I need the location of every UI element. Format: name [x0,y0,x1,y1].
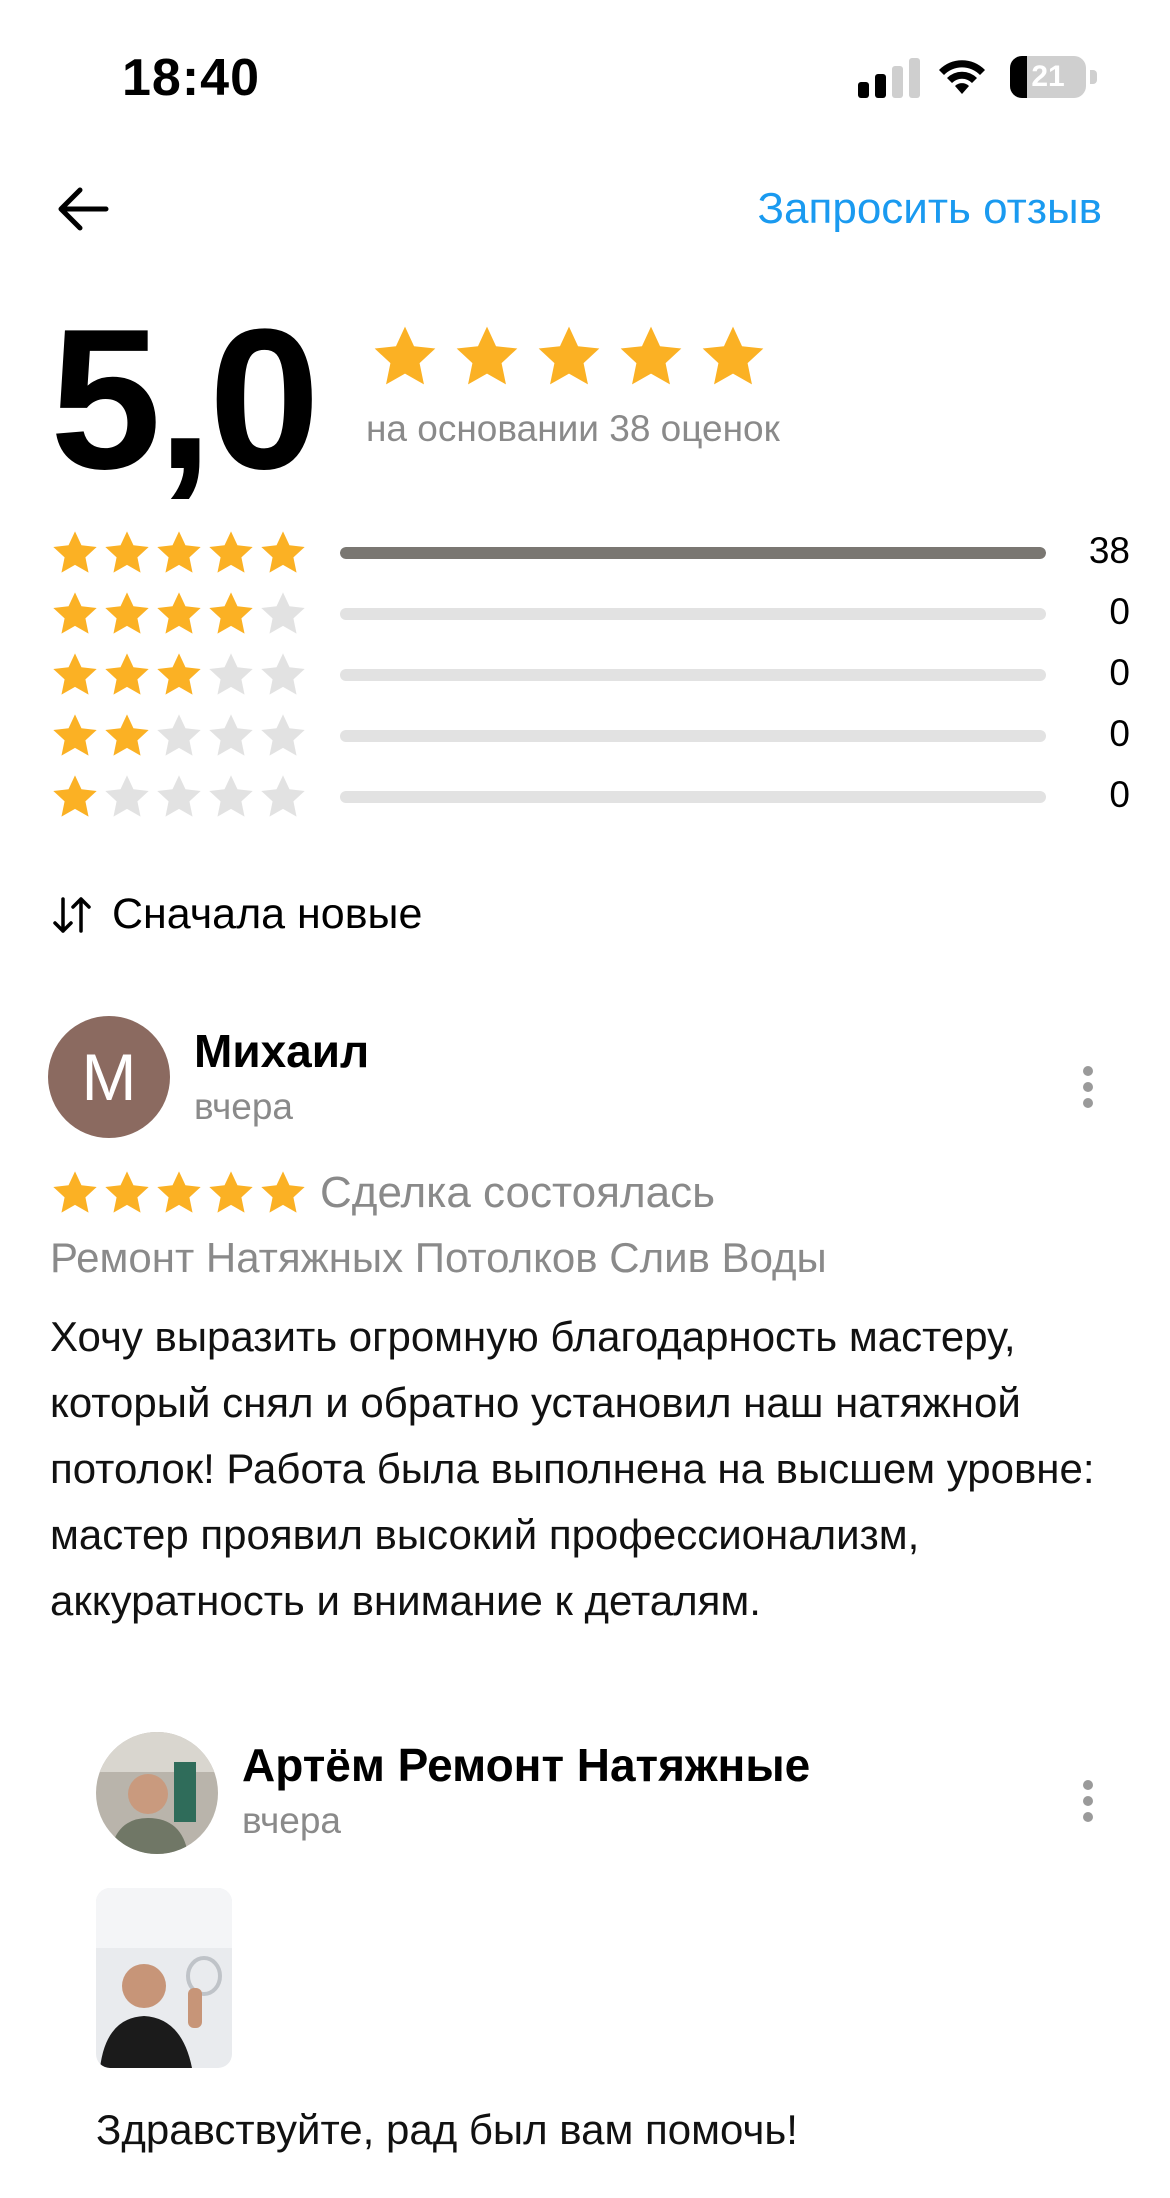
star-filled-icon [209,592,253,634]
star-filled-icon [620,326,682,385]
star-filled-icon [374,326,436,385]
rating-bar-track [340,791,1046,803]
rating-count: 38 [1088,530,1130,571]
reply-date: вчера [242,1800,342,1841]
review-date: вчера [194,1086,294,1127]
rating-row-1: 0 [50,768,1130,829]
rating-row-stars [50,528,308,578]
review-service: Ремонт Натяжных Потолков Слив Воды [50,1234,827,1281]
rating-bar-track [340,608,1046,620]
star-filled-icon [105,653,149,695]
star-filled-icon [157,653,201,695]
rating-count: 0 [1109,774,1130,815]
rating-bar-track [340,730,1046,742]
star-filled-icon [157,592,201,634]
replier-avatar[interactable] [96,1732,218,1854]
back-arrow-icon[interactable] [52,178,114,240]
star-filled-icon [53,775,97,817]
request-review-link[interactable]: Запросить отзыв [757,184,1102,234]
star-empty-icon [157,714,201,756]
reviewer-name[interactable]: Михаил [194,1024,369,1078]
star-filled-icon [105,592,149,634]
rating-row-4: 0 [50,585,1130,646]
star-filled-icon [538,326,600,385]
sort-button[interactable]: Сначала новые [50,890,422,939]
deal-status: Сделка состоялась [320,1168,716,1217]
status-time: 18:40 [122,49,260,107]
star-empty-icon [261,775,305,817]
star-filled-icon [53,1171,97,1213]
reply-photo[interactable] [96,1888,232,2068]
rating-bar-track [340,547,1046,559]
replier-name[interactable]: Артём Ремонт Натяжные [242,1738,810,1792]
review-text: Хочу выразить огромную благодарность мас… [50,1313,1095,1624]
star-filled-icon [53,531,97,573]
rating-bar-fill [340,547,1046,559]
rating-row-stars [50,589,308,639]
star-filled-icon [105,531,149,573]
star-filled-icon [105,1171,149,1213]
star-empty-icon [209,775,253,817]
rating-row-stars [50,772,308,822]
cellular-signal-icon [858,56,920,98]
review-more-icon[interactable] [1076,1060,1100,1120]
star-filled-icon [209,1171,253,1213]
star-filled-icon [53,592,97,634]
star-filled-icon [456,326,518,385]
reply-text: Здравствуйте, рад был вам помочь! [96,2106,798,2153]
star-empty-icon [209,714,253,756]
star-filled-icon [105,714,149,756]
battery-icon: 21 [1010,56,1098,98]
star-empty-icon [209,653,253,695]
sort-label: Сначала новые [112,890,423,938]
star-filled-icon [53,714,97,756]
rating-count: 0 [1109,591,1130,632]
star-empty-icon [157,775,201,817]
average-rating-stars [370,322,768,392]
star-filled-icon [157,531,201,573]
rating-row-stars [50,711,308,761]
star-filled-icon [157,1171,201,1213]
star-filled-icon [261,531,305,573]
reply-more-icon[interactable] [1076,1774,1100,1834]
rating-distribution: 38 0 0 0 0 [50,524,1130,829]
rating-row-stars [50,650,308,700]
star-filled-icon [702,326,764,385]
rating-row-3: 0 [50,646,1130,707]
rating-row-2: 0 [50,707,1130,768]
rating-row-5: 38 [50,524,1130,585]
battery-level: 21 [1031,60,1065,93]
average-score: 5,0 [50,288,320,511]
ratings-basis: на основании 38 оценок [366,408,780,449]
star-empty-icon [105,775,149,817]
sort-arrows-icon [53,896,91,933]
star-empty-icon [261,653,305,695]
star-filled-icon [261,1171,305,1213]
rating-count: 0 [1109,652,1130,693]
review-rating-stars [50,1168,308,1218]
star-empty-icon [261,714,305,756]
reviewer-avatar[interactable]: М [48,1016,170,1138]
star-empty-icon [261,592,305,634]
wifi-icon [939,60,985,94]
star-filled-icon [209,531,253,573]
star-filled-icon [53,653,97,695]
rating-count: 0 [1109,713,1130,754]
rating-bar-track [340,669,1046,681]
